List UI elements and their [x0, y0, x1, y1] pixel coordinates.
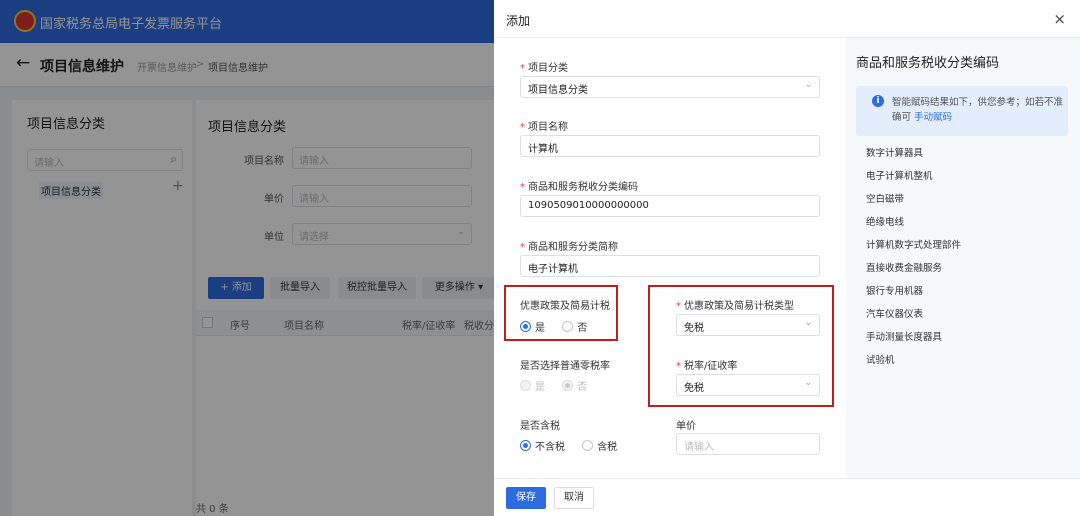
tax-included-radio[interactable] [582, 440, 594, 451]
unit-price-label: 单价 [676, 421, 696, 432]
code-suggestion-item[interactable]: 银行专用机器 [866, 284, 961, 307]
short-name-input[interactable]: 电子计算机 [520, 255, 820, 277]
zero-rate-no-label: 否 [577, 382, 588, 393]
tax-code-input[interactable]: 1090509010000000000 [520, 195, 820, 217]
drawer-header: 添加 × [494, 0, 1080, 38]
category-label-text: 项目分类 [528, 63, 568, 74]
code-suggestion-item[interactable]: 空白磁带 [866, 192, 961, 215]
zero-rate-yes-label: 是 [535, 382, 545, 393]
category-value: 项目信息分类 [528, 85, 588, 96]
code-suggestion-list: 数字计算器具 电子计算机整机 空白磁带 绝缘电线 计算机数字式处理部件 直接收费… [866, 146, 961, 376]
info-icon: i [872, 95, 884, 107]
unit-price-placeholder: 请输入 [684, 442, 714, 453]
drawer-title: 添加 [506, 14, 531, 28]
add-item-drawer: 添加 × * 项目分类 项目信息分类 ⌄ * 项目名称 计算机 * 商品和服务税收分类… [494, 0, 1080, 516]
item-name-input[interactable]: 计算机 [520, 135, 820, 157]
short-name-label: * 商品和服务分类简称 [520, 238, 618, 253]
tax-code-value: 1090509010000000000 [528, 200, 649, 211]
category-select[interactable]: 项目信息分类 ⌄ [520, 76, 820, 98]
code-suggestion-item[interactable]: 计算机数字式处理部件 [866, 238, 961, 261]
short-name-label-text: 商品和服务分类简称 [528, 242, 618, 253]
zero-rate-yes-radio [520, 380, 531, 391]
code-suggestion-item[interactable]: 直接收费金融服务 [866, 261, 961, 284]
tax-code-suggestion-panel: 商品和服务税收分类编码 i 智能赋码结果如下，供您参考；如若不准确可 手动赋码 … [846, 38, 1080, 478]
zero-rate-no-radio [562, 380, 574, 391]
info-text: 智能赋码结果如下，供您参考；如若不准确可 手动赋码 [892, 95, 1064, 125]
required-mark: * [520, 122, 525, 133]
smart-code-info-box: i 智能赋码结果如下，供您参考；如若不准确可 手动赋码 [856, 86, 1068, 136]
tax-excluded-radio[interactable] [520, 440, 531, 451]
zero-rate-radio-group: 是 否 [520, 378, 601, 393]
required-mark: * [520, 182, 525, 193]
tax-excluded-label[interactable]: 不含税 [535, 442, 565, 453]
code-suggestion-item[interactable]: 汽车仪器仪表 [866, 307, 961, 330]
name-label-text: 项目名称 [528, 122, 568, 133]
chevron-down-icon: ⌄ [804, 80, 812, 90]
zero-rate-label: 是否选择普通零税率 [520, 361, 610, 372]
required-mark: * [520, 242, 525, 253]
tax-included-radio-group: 不含税 含税 [520, 438, 631, 453]
name-label: * 项目名称 [520, 118, 568, 133]
item-form: * 项目分类 项目信息分类 ⌄ * 项目名称 计算机 * 商品和服务税收分类编码 10… [494, 38, 846, 478]
code-suggestion-item[interactable]: 手动测量长度器具 [866, 330, 961, 353]
cancel-button[interactable]: 取消 [554, 487, 594, 509]
highlight-box-tax-type [648, 285, 834, 407]
required-mark: * [520, 63, 525, 74]
code-panel-title: 商品和服务税收分类编码 [856, 56, 1000, 71]
code-suggestion-item[interactable]: 试验机 [866, 353, 961, 376]
tax-included-option-label[interactable]: 含税 [597, 442, 617, 453]
tax-code-label-text: 商品和服务税收分类编码 [528, 182, 638, 193]
close-icon[interactable]: × [1053, 10, 1066, 28]
tax-included-label: 是否含税 [520, 421, 560, 432]
code-suggestion-item[interactable]: 数字计算器具 [866, 146, 961, 169]
highlight-box-preferential [504, 285, 618, 341]
category-label: * 项目分类 [520, 59, 568, 74]
item-name-value: 计算机 [528, 144, 558, 155]
short-name-value: 电子计算机 [528, 264, 578, 275]
tax-code-label: * 商品和服务税收分类编码 [520, 178, 638, 193]
unit-price-input[interactable]: 请输入 [676, 433, 820, 455]
manual-code-link[interactable]: 手动赋码 [914, 112, 952, 123]
drawer-footer: 保存 取消 [494, 478, 1080, 516]
save-button[interactable]: 保存 [506, 487, 546, 509]
code-suggestion-item[interactable]: 电子计算机整机 [866, 169, 961, 192]
code-suggestion-item[interactable]: 绝缘电线 [866, 215, 961, 238]
